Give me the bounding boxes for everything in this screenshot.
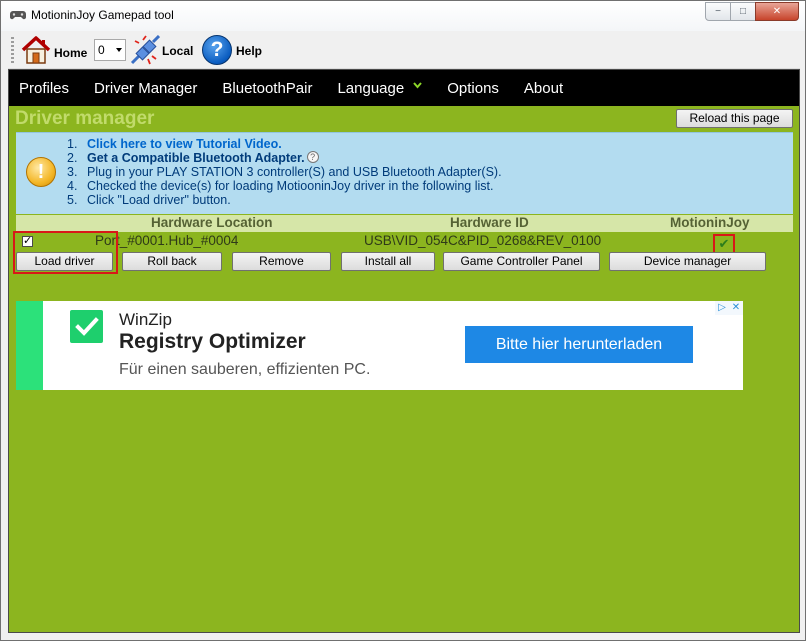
ad-accent-strip	[16, 301, 43, 390]
app-window: MotioninJoy Gamepad tool − □ ✕ Home 0 Lo…	[0, 0, 806, 641]
bluetooth-adapter-link[interactable]: Get a Compatible Bluetooth Adapter.	[87, 151, 305, 165]
install-all-button[interactable]: Install all	[341, 252, 435, 271]
help-button[interactable]: ? Help	[202, 35, 262, 65]
column-hardware-location: Hardware Location	[151, 215, 273, 230]
warning-icon: !	[26, 157, 56, 187]
menu-about[interactable]: About	[524, 80, 563, 97]
menu-options[interactable]: Options	[447, 80, 499, 97]
home-icon	[21, 36, 51, 64]
step-3: 3. Plug in your PLAY STATION 3 controller…	[67, 165, 502, 179]
instructions-panel: ! 1. Click here to view Tutorial Video. 2…	[16, 132, 793, 214]
window-controls: − □ ✕	[705, 2, 799, 21]
local-button[interactable]: Local	[130, 35, 193, 65]
help-icon: ?	[202, 35, 232, 65]
page-title: Driver manager	[15, 108, 155, 129]
step-4: 4. Checked the device(s) for loading Moti…	[67, 179, 494, 193]
table-row[interactable]: Port_#0001.Hub_#0004 USB\VID_054C&PID_02…	[16, 233, 793, 254]
maximize-button[interactable]: □	[730, 2, 756, 21]
controller-index-select[interactable]: 0	[94, 39, 126, 61]
load-driver-button[interactable]: Load driver	[16, 252, 113, 271]
reload-page-button[interactable]: Reload this page	[676, 109, 793, 128]
column-hardware-id: Hardware ID	[450, 215, 529, 230]
help-label: Help	[236, 44, 263, 58]
roll-back-button[interactable]: Roll back	[122, 252, 222, 271]
home-label: Home	[54, 46, 88, 60]
toolbar-grip[interactable]	[11, 37, 14, 63]
local-label: Local	[162, 44, 194, 58]
main-menu: Profiles Driver Manager BluetoothPair La…	[9, 70, 799, 106]
tutorial-video-link[interactable]: Click here to view Tutorial Video.	[87, 137, 282, 151]
home-button[interactable]: Home	[20, 35, 87, 65]
menu-driver-manager[interactable]: Driver Manager	[94, 80, 197, 97]
step-5: 5. Click "Load driver" button.	[67, 193, 231, 207]
device-table-header: Hardware Location Hardware ID MotioninJo…	[16, 215, 793, 232]
window-title: MotioninJoy Gamepad tool	[31, 8, 174, 22]
minimize-button[interactable]: −	[705, 2, 731, 21]
winzip-check-icon	[70, 310, 103, 343]
disconnect-plug-icon	[130, 35, 160, 65]
adchoices-icon[interactable]: ▷	[715, 301, 729, 315]
gamepad-icon	[10, 11, 26, 20]
chevron-down-icon	[413, 82, 422, 89]
question-icon[interactable]: ?	[306, 151, 319, 163]
advertisement-banner[interactable]: WinZip Registry Optimizer Für einen saub…	[16, 301, 743, 390]
ad-subtitle: Für einen sauberen, effizienten PC.	[119, 361, 371, 378]
hardware-id-cell: USB\VID_054C&PID_0268&REV_0100	[364, 233, 602, 248]
driver-loaded-check-icon: ✔	[713, 234, 735, 254]
title-bar[interactable]: MotioninJoy Gamepad tool − □ ✕	[1, 1, 805, 31]
menu-language[interactable]: Language	[337, 80, 422, 97]
instruction-steps: 1. Click here to view Tutorial Video. 2. G…	[67, 137, 502, 207]
ad-title: Registry Optimizer	[119, 330, 306, 353]
device-manager-button[interactable]: Device manager	[609, 252, 766, 271]
game-controller-panel-button[interactable]: Game Controller Panel	[443, 252, 600, 271]
step-2: 2. Get a Compatible Bluetooth Adapter.?	[67, 151, 502, 165]
menu-bluetooth-pair[interactable]: BluetoothPair	[222, 80, 312, 97]
remove-button[interactable]: Remove	[232, 252, 331, 271]
menu-profiles[interactable]: Profiles	[19, 80, 69, 97]
ad-close-icon[interactable]: ✕	[729, 301, 743, 315]
menu-language-label: Language	[337, 79, 405, 97]
ad-brand: WinZip	[119, 310, 172, 329]
close-button[interactable]: ✕	[755, 2, 799, 21]
chevron-down-icon	[116, 48, 122, 52]
toolbar: Home 0 Local ? Help	[8, 31, 800, 69]
ad-download-button[interactable]: Bitte hier herunterladen	[465, 326, 693, 363]
column-motioninjoy: MotioninJoy	[670, 215, 750, 230]
ad-controls: ▷ ✕	[715, 301, 743, 315]
controller-index-value: 0	[98, 43, 105, 57]
step-1: 1. Click here to view Tutorial Video.	[67, 137, 282, 151]
content-area: Profiles Driver Manager BluetoothPair La…	[8, 69, 800, 633]
